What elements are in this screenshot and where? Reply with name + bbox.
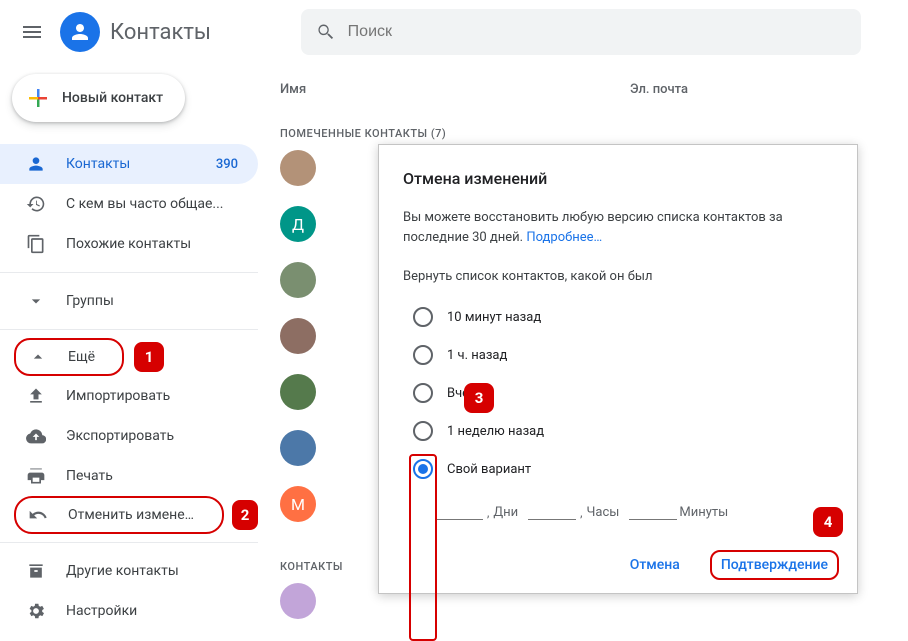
copy-icon: [26, 234, 46, 254]
nav-contacts[interactable]: Контакты 390: [0, 144, 258, 184]
hours-label: Часы: [587, 505, 620, 520]
print-icon: [26, 466, 46, 486]
nav-settings[interactable]: Настройки: [0, 591, 258, 631]
dialog-description: Вы можете восстановить любую версию спис…: [403, 208, 833, 247]
contact-avatar[interactable]: Д: [280, 206, 316, 242]
nav-other-contacts[interactable]: Другие контакты: [0, 551, 258, 591]
nav-label: Отменить изменения: [68, 507, 202, 523]
nav-label: С кем вы часто общае...: [66, 196, 238, 212]
contact-avatar[interactable]: [280, 262, 316, 298]
contact-avatar[interactable]: М: [280, 486, 316, 522]
hours-input[interactable]: [528, 502, 576, 520]
new-contact-button[interactable]: Новый контакт: [12, 74, 185, 122]
confirm-button[interactable]: Подтверждение: [710, 550, 839, 580]
radio-option[interactable]: 10 минут назад: [403, 298, 833, 336]
hamburger-icon: [20, 20, 44, 44]
person-icon: [26, 154, 46, 174]
radio-option[interactable]: 1 неделю назад: [403, 412, 833, 450]
search-icon: [315, 21, 336, 43]
nav-label: Ещё: [68, 349, 102, 365]
contact-avatar[interactable]: [280, 318, 316, 354]
nav-label: Другие контакты: [66, 563, 238, 579]
upload-icon: [26, 386, 46, 406]
radio-button[interactable]: [413, 307, 433, 327]
contact-avatar[interactable]: [280, 430, 316, 466]
nav-import[interactable]: Импортировать: [0, 376, 258, 416]
nav-label: Импортировать: [66, 388, 238, 404]
radio-label: 10 минут назад: [447, 310, 541, 325]
nav-export[interactable]: Экспортировать: [0, 416, 258, 456]
radio-button[interactable]: [413, 421, 433, 441]
sidebar: Новый контакт Контакты 390 С кем вы част…: [0, 64, 258, 637]
dialog-subtitle: Вернуть список контактов, какой он был: [403, 269, 833, 284]
new-contact-label: Новый контакт: [62, 90, 163, 106]
nav-label: Похожие контакты: [66, 236, 238, 252]
nav-frequent[interactable]: С кем вы часто общае...: [0, 184, 258, 224]
annotation-4: 4: [813, 507, 843, 537]
nav-more[interactable]: Ещё: [14, 338, 124, 376]
search-bar[interactable]: [301, 9, 861, 55]
nav-label: Печать: [66, 468, 238, 484]
undo-changes-dialog: Отмена изменений Вы можете восстановить …: [378, 144, 858, 594]
app-title: Контакты: [110, 20, 211, 45]
search-input[interactable]: [348, 23, 847, 41]
custom-time-inputs: ,Дни ,Часы Минуты: [435, 502, 833, 520]
radio-label: 1 неделю назад: [447, 424, 544, 439]
radio-label: 1 ч. назад: [447, 348, 507, 363]
radio-option[interactable]: 1 ч. назад: [403, 336, 833, 374]
plus-icon: [26, 86, 50, 110]
dialog-title: Отмена изменений: [403, 169, 833, 188]
contact-avatar[interactable]: [280, 583, 316, 619]
column-name: Имя: [280, 82, 630, 97]
divider: [0, 542, 258, 543]
nav-print[interactable]: Печать: [0, 456, 258, 496]
person-icon: [68, 20, 92, 44]
annotation-2: 2: [232, 500, 258, 530]
menu-button[interactable]: [8, 8, 56, 56]
nav-similar[interactable]: Похожие контакты: [0, 224, 258, 264]
divider: [0, 329, 258, 330]
nav-undo-changes[interactable]: Отменить изменения: [14, 496, 224, 534]
radio-option[interactable]: Свой вариант: [403, 450, 833, 488]
cloud-upload-icon: [26, 426, 46, 446]
history-icon: [26, 194, 46, 214]
contact-avatar[interactable]: [280, 374, 316, 410]
archive-icon: [26, 561, 46, 581]
chevron-up-icon: [28, 347, 48, 367]
gear-icon: [26, 601, 46, 621]
nav-label: Контакты: [66, 156, 216, 172]
nav-groups[interactable]: Группы: [0, 281, 258, 321]
nav-label: Экспортировать: [66, 428, 238, 444]
radio-button[interactable]: [413, 345, 433, 365]
learn-more-link[interactable]: Подробнее…: [526, 230, 602, 245]
divider: [0, 272, 258, 273]
app-logo: [60, 12, 100, 52]
contacts-count: 390: [216, 157, 238, 172]
radio-button[interactable]: [413, 383, 433, 403]
annotation-3: 3: [464, 383, 494, 413]
contact-avatar[interactable]: [280, 150, 316, 186]
undo-icon: [28, 505, 48, 525]
cancel-button[interactable]: Отмена: [620, 549, 690, 581]
days-label: Дни: [493, 505, 518, 520]
annotation-1: 1: [134, 342, 164, 372]
days-input[interactable]: [435, 502, 483, 520]
minutes-label: Минуты: [679, 505, 728, 520]
minutes-input[interactable]: [629, 502, 677, 520]
nav-label: Группы: [66, 293, 238, 309]
nav-label: Настройки: [66, 603, 238, 619]
radio-label: Свой вариант: [447, 462, 531, 477]
chevron-down-icon: [26, 291, 46, 311]
annotation-box-3: [409, 454, 437, 641]
column-email: Эл. почта: [630, 82, 688, 97]
